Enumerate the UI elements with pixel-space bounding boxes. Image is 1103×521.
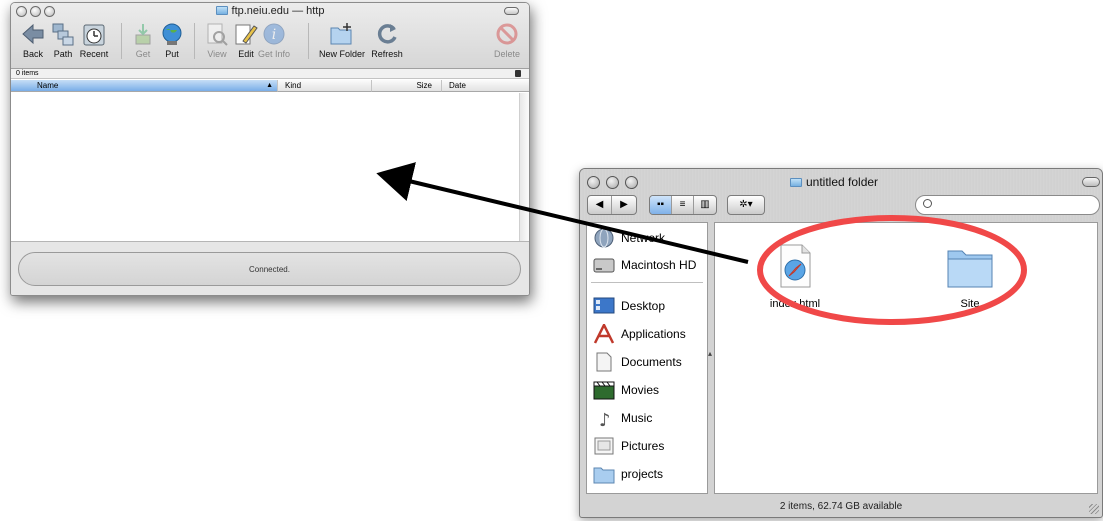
documents-icon [596, 352, 612, 372]
file-item-index-html[interactable]: index.html [755, 243, 835, 310]
refresh-icon [374, 21, 400, 47]
recent-clock-icon [81, 21, 107, 47]
window-title: ftp.neiu.edu — http [11, 5, 529, 17]
sidebar-item-desktop[interactable]: Desktop [587, 293, 707, 319]
finder-status: 2 items, 62.74 GB available [779, 501, 903, 512]
folder-icon [790, 178, 802, 187]
search-input[interactable] [915, 195, 1100, 215]
sidebar-item-network[interactable]: Network [587, 225, 707, 251]
column-header-size[interactable]: Size [372, 80, 442, 92]
sidebar-item-applications[interactable]: Applications [587, 321, 707, 347]
recent-button[interactable]: Recent [72, 21, 116, 65]
close-button[interactable] [587, 176, 600, 189]
status-area: Connected. [11, 241, 529, 295]
delete-button[interactable]: Delete [485, 21, 529, 65]
put-globe-icon [159, 21, 185, 47]
folder-icon [593, 467, 615, 484]
folder-icon [947, 250, 993, 288]
lock-icon [515, 70, 521, 77]
applications-icon [593, 324, 615, 344]
sidebar-item-projects[interactable]: projects [587, 461, 707, 487]
back-forward-control: ◀ ▶ [587, 195, 637, 215]
delete-icon [494, 21, 520, 47]
music-note-icon: ♪ [599, 410, 611, 428]
toolbar-toggle-button[interactable] [504, 7, 519, 15]
items-count-bar: 0 items [11, 69, 529, 79]
sidebar-item-pictures[interactable]: Pictures [587, 433, 707, 459]
ftp-window: ftp.neiu.edu — http Back Path Recent Get… [10, 2, 530, 296]
window-title: untitled folder [790, 175, 878, 189]
sidebar-item-music[interactable]: ♪ Music [587, 405, 707, 431]
items-count: 0 items [16, 70, 39, 77]
column-header-name[interactable]: Name ▲ [11, 80, 278, 92]
ftp-toolbar: ftp.neiu.edu — http Back Path Recent Get… [11, 3, 529, 69]
folder-content[interactable]: index.html Site [714, 222, 1098, 494]
sidebar-item-macintosh-hd[interactable]: Macintosh HD [587, 252, 707, 278]
put-button[interactable]: Put [150, 21, 194, 65]
pictures-icon [594, 437, 614, 455]
file-item-site[interactable]: Site [930, 243, 1010, 310]
file-list[interactable] [11, 93, 519, 241]
svg-text:♪: ♪ [599, 410, 611, 428]
hard-drive-icon [593, 258, 615, 273]
desktop-icon [593, 297, 615, 314]
list-view-icon[interactable]: ≡ [672, 196, 694, 214]
movies-clapper-icon [593, 381, 615, 400]
get-info-button[interactable]: i Get Info [252, 21, 296, 65]
sidebar-item-documents[interactable]: Documents [587, 349, 707, 375]
safari-html-icon [780, 244, 811, 288]
icon-view-icon[interactable]: ▪▪ [650, 196, 672, 214]
minimize-button[interactable] [606, 176, 619, 189]
column-view-icon[interactable]: ▥ [694, 196, 716, 214]
gear-icon: ✲▾ [739, 199, 753, 210]
connection-status: Connected. [18, 252, 521, 286]
svg-text:i: i [272, 27, 276, 43]
info-icon: i [261, 21, 287, 47]
folder-icon [215, 6, 228, 15]
refresh-button[interactable]: Refresh [365, 21, 409, 65]
forward-arrow-icon[interactable]: ▶ [612, 196, 636, 214]
resize-grip-icon[interactable] [1089, 504, 1099, 514]
finder-window: untitled folder ◀ ▶ ▪▪ ≡ ▥ ✲▾ Network Ma… [579, 168, 1103, 518]
sidebar-item-movies[interactable]: Movies [587, 377, 707, 403]
column-header-date[interactable]: Date [442, 80, 529, 92]
toolbar-toggle-button[interactable] [1082, 177, 1100, 187]
back-arrow-icon[interactable]: ◀ [588, 196, 612, 214]
sidebar: Network Macintosh HD Desktop Application… [586, 222, 708, 494]
action-menu-button[interactable]: ✲▾ [727, 195, 765, 215]
sidebar-divider [591, 282, 703, 283]
network-globe-icon [594, 228, 614, 248]
zoom-button[interactable] [625, 176, 638, 189]
toolbar-separator [308, 23, 309, 59]
sort-arrow-icon: ▲ [266, 82, 273, 89]
search-icon [923, 199, 932, 208]
vertical-scrollbar[interactable] [519, 93, 529, 241]
new-folder-icon [328, 21, 354, 47]
column-header-kind[interactable]: Kind [278, 80, 372, 92]
view-mode-control: ▪▪ ≡ ▥ [649, 195, 717, 215]
new-folder-button[interactable]: New Folder [319, 21, 365, 65]
